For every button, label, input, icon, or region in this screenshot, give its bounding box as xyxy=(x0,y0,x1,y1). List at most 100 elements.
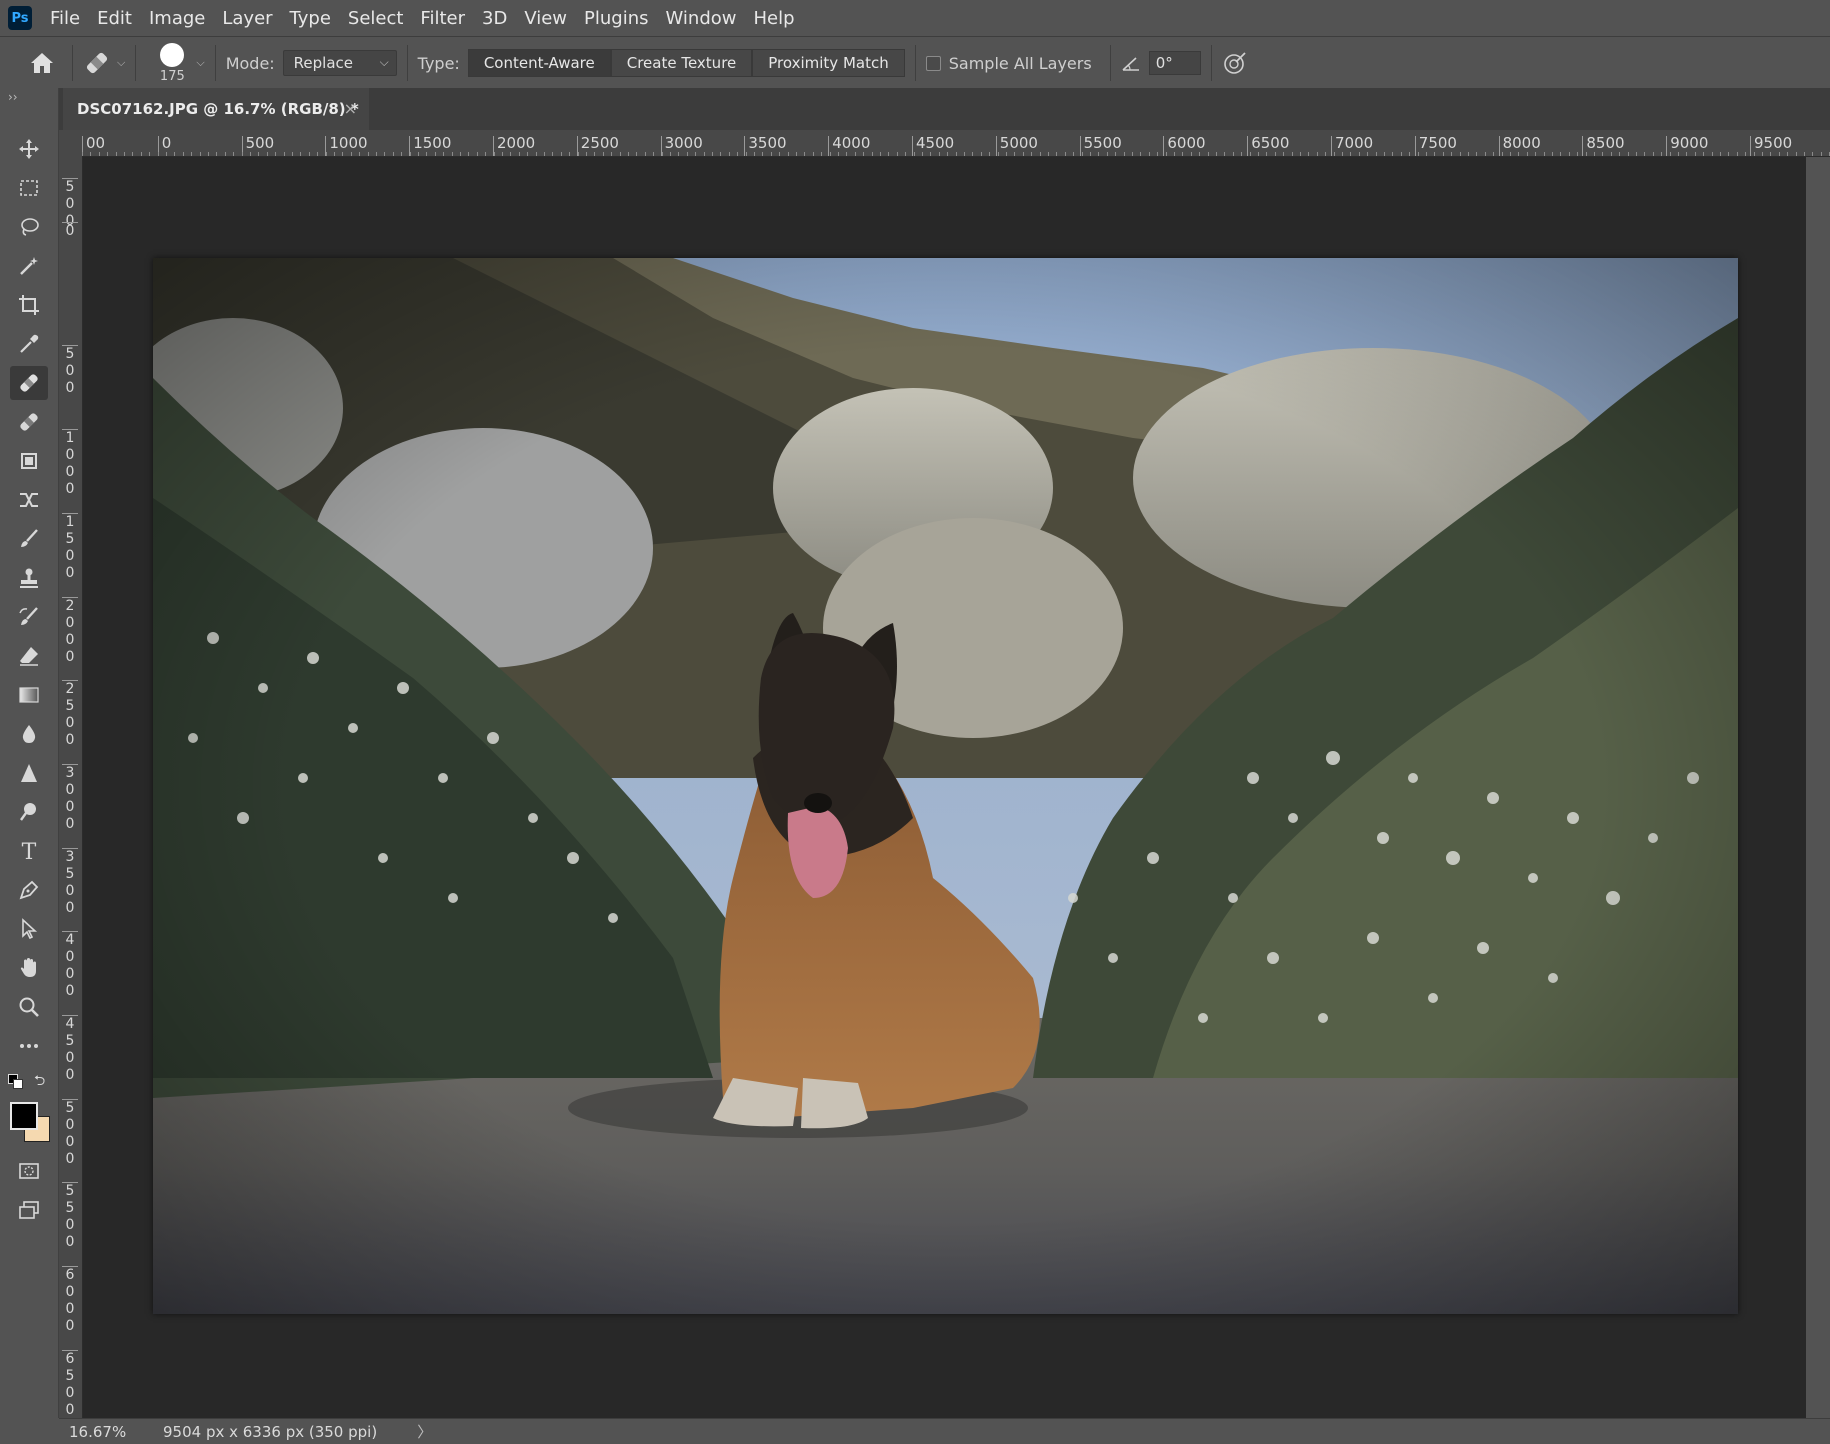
expand-panel-icon[interactable]: ›› xyxy=(8,90,18,104)
marquee-icon[interactable] xyxy=(10,171,48,205)
photoshop-logo: Ps xyxy=(8,6,32,30)
lasso-icon[interactable] xyxy=(10,210,48,244)
swap-colors-icon[interactable]: ⮌ xyxy=(34,1070,45,1094)
menu-select[interactable]: Select xyxy=(348,8,404,29)
ruler-corner[interactable] xyxy=(59,130,83,157)
menu-view[interactable]: View xyxy=(524,8,567,29)
ruler-left-label: 5000 xyxy=(62,1098,78,1168)
vertical-scrollbar-track[interactable] xyxy=(1806,157,1830,1418)
ruler-top-label: 1000 xyxy=(325,136,368,156)
content-aware-move-icon[interactable] xyxy=(10,483,48,517)
chevron-down-icon[interactable]: ⌵ xyxy=(196,56,204,70)
ruler-top-label: 2000 xyxy=(493,136,535,156)
menu-type[interactable]: Type xyxy=(290,8,331,29)
options-bar: ⌵ 175 ⌵ Mode: Replace ⌵ Type: Content-Aw… xyxy=(0,36,1830,90)
pen-icon[interactable] xyxy=(10,873,48,907)
mode-select[interactable]: Replace ⌵ xyxy=(282,50,397,76)
status-bar: 16.67% 9504 px x 6336 px (350 ppi) 〉 xyxy=(59,1418,1830,1444)
sample-all-layers-label: Sample All Layers xyxy=(948,53,1092,73)
ruler-top-label: 00 xyxy=(82,136,105,156)
ruler-left-label: 6500 xyxy=(62,1349,78,1418)
brush-tip-preview xyxy=(160,42,185,67)
ruler-top-label: 3000 xyxy=(660,136,703,156)
ruler-left-label: 500 xyxy=(62,345,78,397)
mode-label: Mode: xyxy=(225,53,275,73)
document-info: 9504 px x 6336 px (350 ppi) xyxy=(163,1422,378,1441)
magic-wand-icon[interactable] xyxy=(10,249,48,283)
document-tab-bar: DSC07162.JPG @ 16.7% (RGB/8) * × xyxy=(59,88,1830,130)
ruler-left-label: 4500 xyxy=(62,1015,78,1084)
crop-icon[interactable] xyxy=(10,288,48,322)
menu-3d[interactable]: 3D xyxy=(482,8,507,29)
spot-healing-icon xyxy=(86,52,108,74)
move-icon[interactable] xyxy=(10,132,48,166)
ruler-left-label: 1500 xyxy=(62,512,78,582)
ruler-left-label: 4000 xyxy=(62,931,78,1000)
patch-icon[interactable] xyxy=(10,444,48,478)
default-colors-icon[interactable] xyxy=(8,1074,23,1089)
more-tools-icon[interactable] xyxy=(10,1029,48,1063)
menu-edit[interactable]: Edit xyxy=(97,8,132,29)
clone-stamp-icon[interactable] xyxy=(10,561,48,595)
menu-layer[interactable]: Layer xyxy=(222,8,272,29)
dodge-icon[interactable] xyxy=(10,795,48,829)
brush-size: 175 xyxy=(159,68,185,84)
ruler-left-label: 3500 xyxy=(62,847,78,917)
close-icon[interactable]: × xyxy=(344,99,357,118)
ruler-left-label: 2000 xyxy=(62,596,78,666)
angle-icon xyxy=(1122,57,1139,71)
path-select-icon[interactable] xyxy=(10,912,48,946)
menu-file[interactable]: File xyxy=(50,8,80,29)
angle-input[interactable]: 0° xyxy=(1148,51,1201,75)
spot-healing-icon[interactable] xyxy=(10,366,48,400)
chevron-down-icon: ⌵ xyxy=(379,55,389,69)
eraser-icon[interactable] xyxy=(10,639,48,673)
ruler-horizontal[interactable]: 00 0 500 1000 1500 2000 2500 3000 3500 4000 4500 50… xyxy=(82,130,1830,157)
chevron-down-icon: ⌵ xyxy=(117,56,126,69)
eyedropper-icon[interactable] xyxy=(10,327,48,361)
type-proximity-match-button[interactable]: Proximity Match xyxy=(752,49,905,77)
brush-picker[interactable]: 175 xyxy=(152,42,192,84)
hand-icon[interactable] xyxy=(10,951,48,985)
screen-mode-icon[interactable] xyxy=(10,1193,48,1227)
menu-image[interactable]: Image xyxy=(149,8,205,29)
home-icon[interactable] xyxy=(22,43,62,83)
zoom-level[interactable]: 16.67% xyxy=(59,1423,133,1441)
ruler-left-label: 5500 xyxy=(62,1182,78,1251)
sample-all-layers-checkbox[interactable] xyxy=(925,55,941,71)
menu-bar: Ps File Edit Image Layer Type Select Fil… xyxy=(0,0,1830,36)
menu-filter[interactable]: Filter xyxy=(420,8,465,29)
ruler-top-label: 3500 xyxy=(744,136,787,156)
ruler-left-label: 0 xyxy=(62,221,78,240)
document-tab[interactable]: DSC07162.JPG @ 16.7% (RGB/8) * × xyxy=(63,88,369,130)
gradient-icon[interactable] xyxy=(10,678,48,712)
menu-plugins[interactable]: Plugins xyxy=(584,8,648,29)
type-create-texture-button[interactable]: Create Texture xyxy=(610,49,753,77)
pressure-size-icon[interactable] xyxy=(1222,50,1248,76)
brush-icon[interactable] xyxy=(10,522,48,556)
history-brush-icon[interactable] xyxy=(10,600,48,634)
ruler-top-label: 1500 xyxy=(409,136,451,156)
ruler-vertical[interactable]: 5000 500 1000 1500 2000 2500 3000 3500 4000 4500 5… xyxy=(59,156,83,1418)
blur-icon[interactable] xyxy=(10,717,48,751)
type-content-aware-button[interactable]: Content-Aware xyxy=(467,49,611,77)
healing-brush-icon[interactable] xyxy=(10,405,48,439)
tool-preset-picker[interactable]: ⌵ xyxy=(83,49,125,77)
document-tab-title: DSC07162.JPG @ 16.7% (RGB/8) * xyxy=(77,100,359,118)
ruler-top-label: 0 xyxy=(157,136,171,156)
sharpen-icon[interactable] xyxy=(10,756,48,790)
ruler-left-label: 2500 xyxy=(62,680,78,749)
ruler-left-label: 6000 xyxy=(62,1266,78,1335)
ruler-left-label: 1000 xyxy=(62,429,78,498)
status-menu-arrow-icon[interactable]: 〉 xyxy=(417,1421,432,1442)
zoom-icon[interactable] xyxy=(10,990,48,1024)
document-image[interactable] xyxy=(153,258,1738,1314)
foreground-color-swatch[interactable] xyxy=(10,1102,38,1130)
quick-mask-icon[interactable] xyxy=(10,1154,48,1188)
type-icon[interactable]: T xyxy=(10,834,48,868)
menu-window[interactable]: Window xyxy=(666,8,737,29)
ruler-top-label: 2500 xyxy=(576,136,619,156)
tools-panel: ›› T ⮌ xyxy=(0,88,59,1418)
type-label: Type: xyxy=(417,53,460,73)
menu-help[interactable]: Help xyxy=(754,8,795,29)
